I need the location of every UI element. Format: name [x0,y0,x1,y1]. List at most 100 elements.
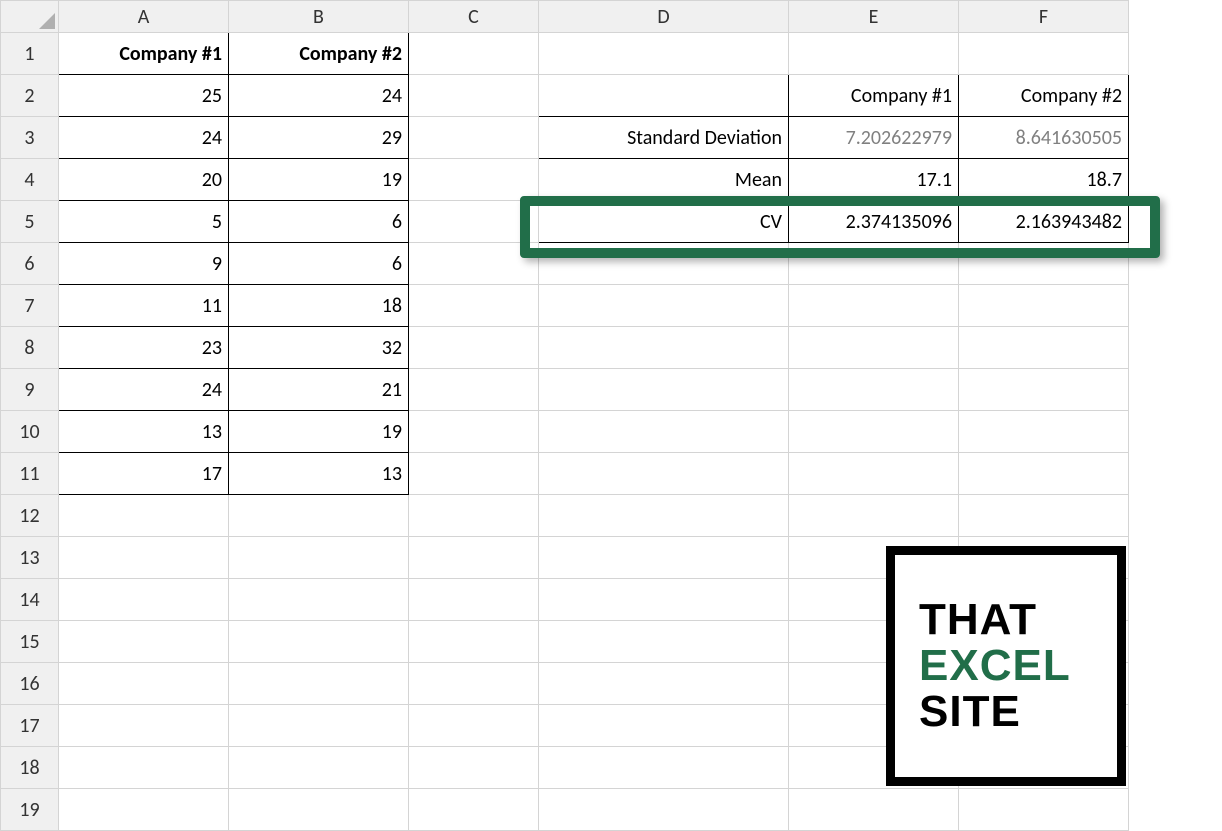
cell-E3[interactable]: 7.202622979 [789,117,959,159]
row-9[interactable]: 9 24 21 [1,369,1129,411]
cell-B18[interactable] [229,747,409,789]
cell-F12[interactable] [959,495,1129,537]
cell-D6[interactable] [539,243,789,285]
cell-F1[interactable] [959,33,1129,75]
row-2[interactable]: 2 25 24 Company #1 Company #2 [1,75,1129,117]
cell-E9[interactable] [789,369,959,411]
row-header-1[interactable]: 1 [1,33,59,75]
cell-A11[interactable]: 17 [59,453,229,495]
cell-D18[interactable] [539,747,789,789]
cell-F3[interactable]: 8.641630505 [959,117,1129,159]
cell-B13[interactable] [229,537,409,579]
row-7[interactable]: 7 11 18 [1,285,1129,327]
cell-F7[interactable] [959,285,1129,327]
cell-F8[interactable] [959,327,1129,369]
cell-F5[interactable]: 2.163943482 [959,201,1129,243]
cell-A17[interactable] [59,705,229,747]
cell-E5[interactable]: 2.374135096 [789,201,959,243]
cell-A7[interactable]: 11 [59,285,229,327]
cell-A3[interactable]: 24 [59,117,229,159]
cell-D2[interactable] [539,75,789,117]
cell-D19[interactable] [539,789,789,831]
cell-E1[interactable] [789,33,959,75]
cell-C13[interactable] [409,537,539,579]
cell-E2[interactable]: Company #1 [789,75,959,117]
cell-C4[interactable] [409,159,539,201]
cell-E8[interactable] [789,327,959,369]
row-header-14[interactable]: 14 [1,579,59,621]
select-all-corner[interactable] [1,1,59,33]
cell-D10[interactable] [539,411,789,453]
row-10[interactable]: 10 13 19 [1,411,1129,453]
cell-C8[interactable] [409,327,539,369]
cell-C3[interactable] [409,117,539,159]
row-19[interactable]: 19 [1,789,1129,831]
cell-A2[interactable]: 25 [59,75,229,117]
cell-F9[interactable] [959,369,1129,411]
row-header-13[interactable]: 13 [1,537,59,579]
cell-F6[interactable] [959,243,1129,285]
col-header-F[interactable]: F [959,1,1129,33]
cell-C10[interactable] [409,411,539,453]
cell-A9[interactable]: 24 [59,369,229,411]
cell-A19[interactable] [59,789,229,831]
cell-A14[interactable] [59,579,229,621]
row-header-8[interactable]: 8 [1,327,59,369]
cell-D17[interactable] [539,705,789,747]
cell-B15[interactable] [229,621,409,663]
row-4[interactable]: 4 20 19 Mean 17.1 18.7 [1,159,1129,201]
cell-A6[interactable]: 9 [59,243,229,285]
cell-B1[interactable]: Company #2 [229,33,409,75]
row-header-12[interactable]: 12 [1,495,59,537]
cell-C6[interactable] [409,243,539,285]
cell-B4[interactable]: 19 [229,159,409,201]
cell-D3[interactable]: Standard Deviation [539,117,789,159]
cell-B2[interactable]: 24 [229,75,409,117]
cell-F11[interactable] [959,453,1129,495]
cell-B12[interactable] [229,495,409,537]
cell-B6[interactable]: 6 [229,243,409,285]
cell-A8[interactable]: 23 [59,327,229,369]
cell-C7[interactable] [409,285,539,327]
cell-D11[interactable] [539,453,789,495]
row-header-2[interactable]: 2 [1,75,59,117]
row-6[interactable]: 6 9 6 [1,243,1129,285]
row-1[interactable]: 1 Company #1 Company #2 [1,33,1129,75]
row-header-9[interactable]: 9 [1,369,59,411]
cell-D16[interactable] [539,663,789,705]
row-header-15[interactable]: 15 [1,621,59,663]
cell-A13[interactable] [59,537,229,579]
cell-C19[interactable] [409,789,539,831]
cell-B8[interactable]: 32 [229,327,409,369]
cell-B3[interactable]: 29 [229,117,409,159]
cell-C16[interactable] [409,663,539,705]
cell-E6[interactable] [789,243,959,285]
cell-C17[interactable] [409,705,539,747]
cell-A18[interactable] [59,747,229,789]
cell-A15[interactable] [59,621,229,663]
cell-B9[interactable]: 21 [229,369,409,411]
cell-F10[interactable] [959,411,1129,453]
cell-C9[interactable] [409,369,539,411]
cell-B17[interactable] [229,705,409,747]
cell-C18[interactable] [409,747,539,789]
cell-B16[interactable] [229,663,409,705]
row-11[interactable]: 11 17 13 [1,453,1129,495]
row-header-3[interactable]: 3 [1,117,59,159]
cell-B14[interactable] [229,579,409,621]
col-header-A[interactable]: A [59,1,229,33]
cell-A5[interactable]: 5 [59,201,229,243]
col-header-D[interactable]: D [539,1,789,33]
cell-B11[interactable]: 13 [229,453,409,495]
cell-A16[interactable] [59,663,229,705]
row-header-10[interactable]: 10 [1,411,59,453]
cell-A1[interactable]: Company #1 [59,33,229,75]
cell-E11[interactable] [789,453,959,495]
cell-F4[interactable]: 18.7 [959,159,1129,201]
row-header-6[interactable]: 6 [1,243,59,285]
cell-A12[interactable] [59,495,229,537]
row-header-16[interactable]: 16 [1,663,59,705]
cell-E7[interactable] [789,285,959,327]
cell-F19[interactable] [959,789,1129,831]
cell-C2[interactable] [409,75,539,117]
